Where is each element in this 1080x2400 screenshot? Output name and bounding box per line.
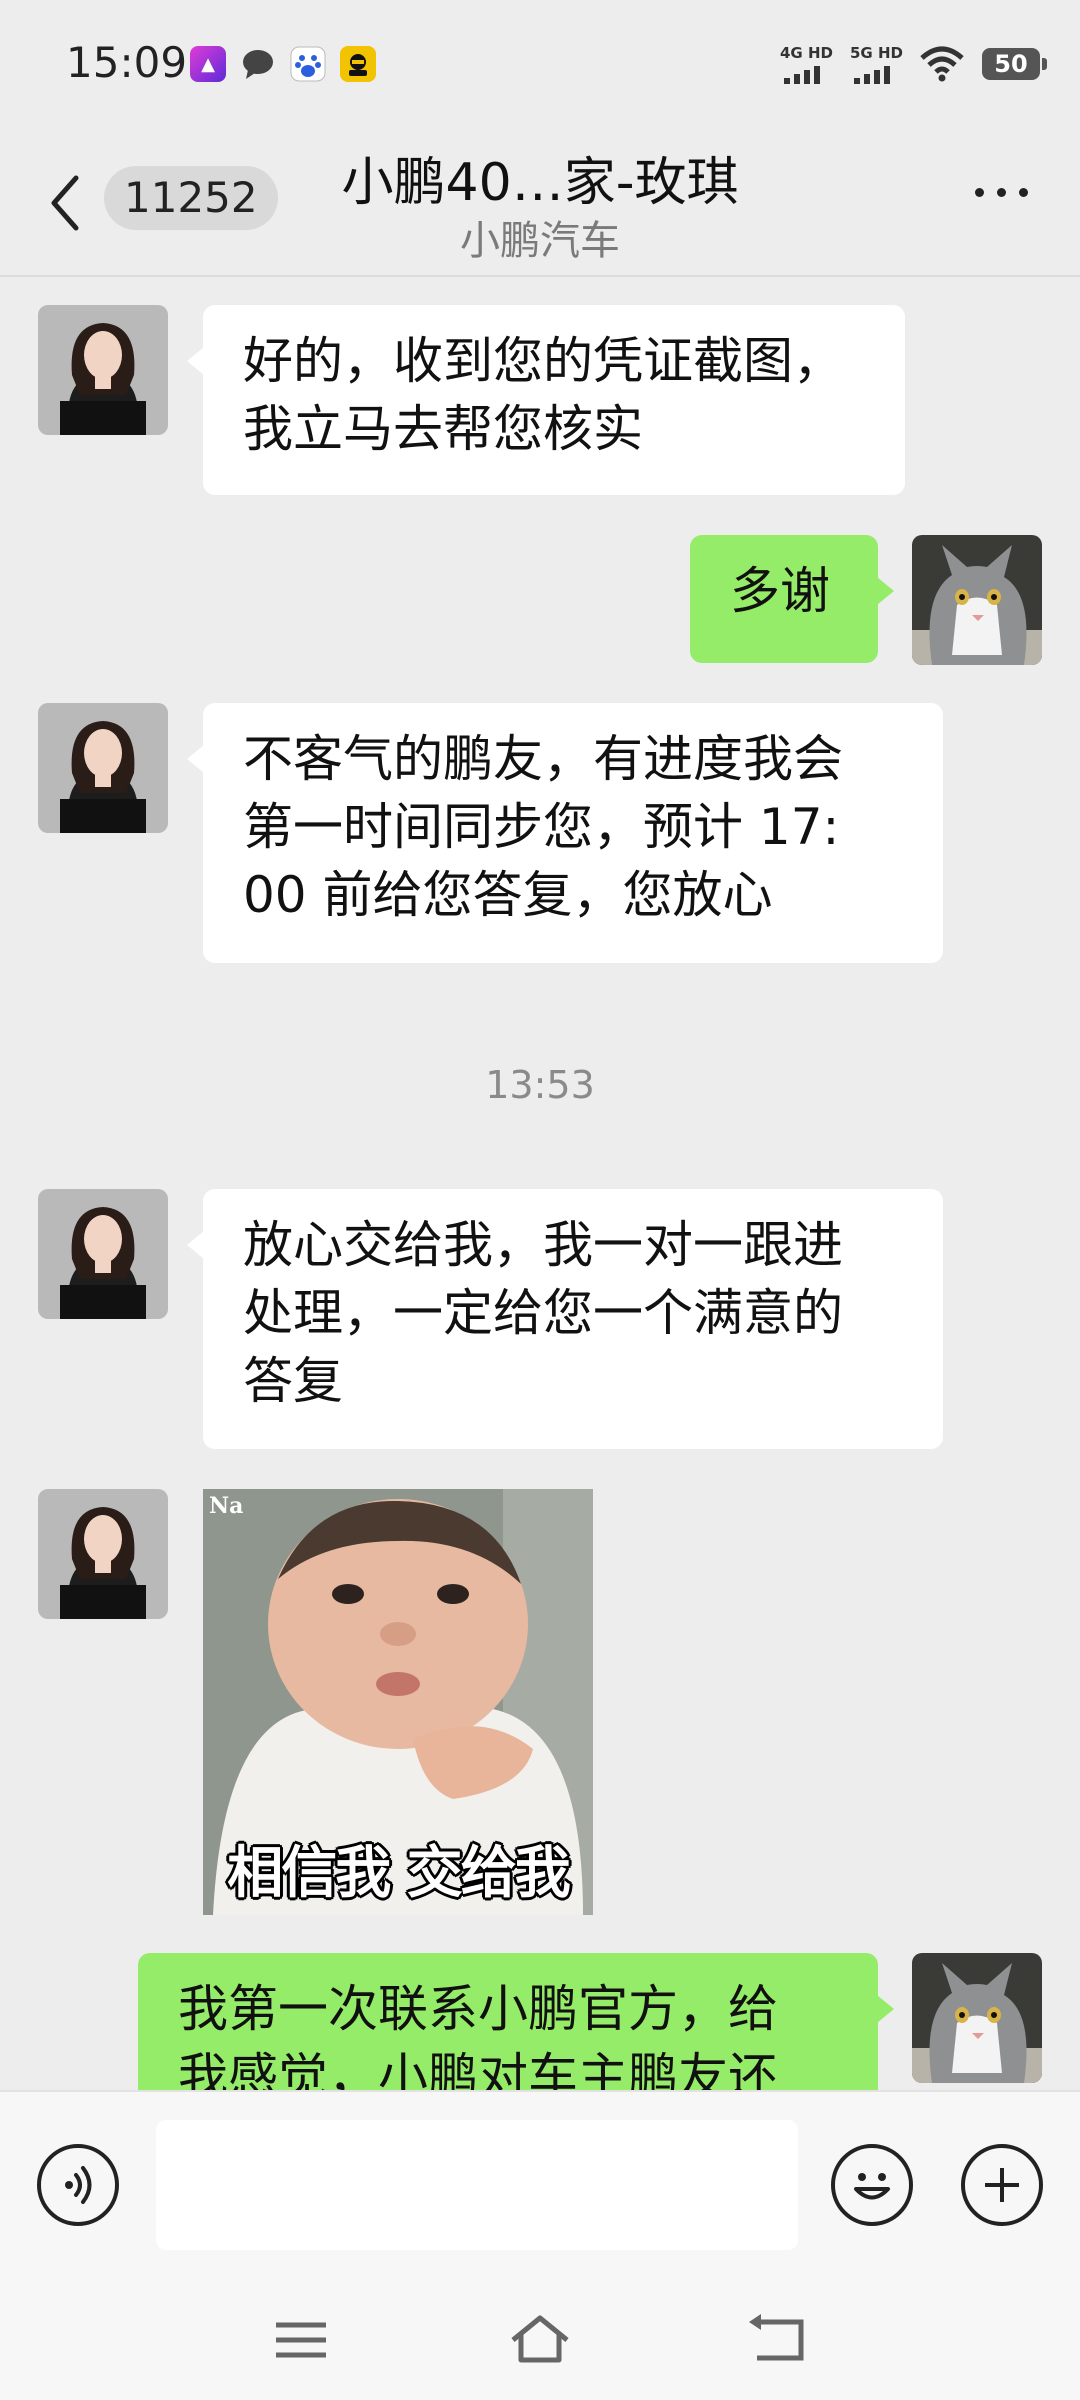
chat-subtitle: 小鹏汽车 xyxy=(460,218,620,264)
contact-avatar[interactable] xyxy=(38,1489,168,1619)
message-row: 不客气的鹏友，有进度我会 第一时间同步您，预计 17: 00 前给您答复，您放心 xyxy=(0,703,1080,983)
message-bubble[interactable]: 多谢 xyxy=(690,535,894,663)
chat-header: 11252 小鹏40…家-玫琪 小鹏汽车 xyxy=(0,130,1080,277)
message-row: 放心交给我，我一对一跟进 处理，一定给您一个满意的 答复 xyxy=(0,1189,1080,1469)
self-avatar[interactable] xyxy=(912,535,1042,665)
notification-icons: ▲ xyxy=(190,46,376,82)
message-list[interactable]: 好的，收到您的凭证截图， 我立马去帮您核实 多谢 不客气的鹏友，有进度我会 第一… xyxy=(0,277,1080,2090)
contact-avatar[interactable] xyxy=(38,305,168,435)
chat-title: 小鹏40…家-玫琪 xyxy=(341,153,739,213)
voice-icon[interactable] xyxy=(37,2144,119,2226)
chat-notification-icon xyxy=(243,50,273,79)
contact-avatar[interactable] xyxy=(38,1189,168,1319)
contact-avatar[interactable] xyxy=(38,703,168,833)
message-bubble[interactable]: 好的，收到您的凭证截图， 我立马去帮您核实 xyxy=(187,305,905,495)
message-row: 多谢 xyxy=(0,535,1080,675)
more-options-icon[interactable] xyxy=(975,188,1028,197)
status-time: 15:09 xyxy=(66,38,188,87)
sticker-watermark: Na xyxy=(209,1493,244,1519)
sticker-caption: 相信我 交给我 xyxy=(227,1841,571,1906)
message-row: 我第一次联系小鹏官方，给 我感觉，小鹏对车主鹏友还 xyxy=(0,1953,1080,2090)
menu-icon[interactable] xyxy=(266,2310,336,2370)
message-bubble[interactable]: 我第一次联系小鹏官方，给 我感觉，小鹏对车主鹏友还 xyxy=(138,1953,894,2090)
game-app-icon: ▲ xyxy=(190,46,226,82)
sticker-image[interactable]: Na 相信我 交给我 xyxy=(203,1489,593,1915)
driver-app-icon xyxy=(340,46,376,82)
message-row: 好的，收到您的凭证截图， 我立马去帮您核实 xyxy=(0,277,1080,495)
baidu-app-icon xyxy=(290,46,326,82)
message-input[interactable] xyxy=(156,2120,798,2250)
emoji-icon[interactable] xyxy=(831,2144,913,2226)
cellular-signal-2-icon: 5G HD xyxy=(850,44,903,84)
battery-indicator: 50 xyxy=(982,48,1047,80)
status-bar: 15:09 ▲ 4G HD 5G HD 50 xyxy=(0,0,1080,130)
message-row: Na 相信我 交给我 xyxy=(0,1489,1080,1919)
cellular-signal-1-icon: 4G HD xyxy=(780,44,833,84)
home-icon[interactable] xyxy=(505,2310,575,2370)
back-nav-icon[interactable] xyxy=(745,2310,815,2370)
input-bar xyxy=(0,2090,1080,2272)
back-icon[interactable] xyxy=(40,168,96,238)
plus-icon[interactable] xyxy=(961,2144,1043,2226)
self-avatar[interactable] xyxy=(912,1953,1042,2083)
wifi-icon xyxy=(920,46,964,82)
message-timestamp: 13:53 xyxy=(485,1063,595,1107)
message-bubble[interactable]: 不客气的鹏友，有进度我会 第一时间同步您，预计 17: 00 前给您答复，您放心 xyxy=(187,703,943,963)
system-navigation-bar xyxy=(0,2270,1080,2400)
message-bubble[interactable]: 放心交给我，我一对一跟进 处理，一定给您一个满意的 答复 xyxy=(187,1189,943,1449)
